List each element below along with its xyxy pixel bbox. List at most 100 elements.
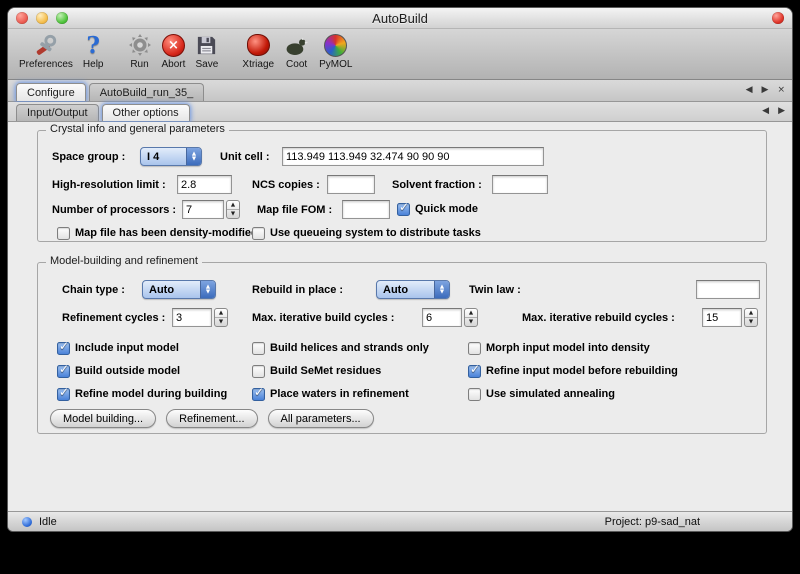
parameter-buttons-row: Model building... Refinement... All para… bbox=[50, 409, 374, 428]
high-resolution-limit-input[interactable] bbox=[177, 175, 232, 194]
model-building-group: Model-building and refinement Chain type… bbox=[37, 262, 767, 434]
stepper-up-button[interactable]: ▲ bbox=[465, 309, 477, 318]
max-rebuild-cycles-input[interactable] bbox=[702, 308, 742, 327]
checkbox-label: Build SeMet residues bbox=[270, 365, 381, 377]
queueing-system-checkbox[interactable]: ✓ Use queueing system to distribute task… bbox=[252, 226, 481, 240]
autobuild-window: AutoBuild Preferences ? Help bbox=[7, 7, 793, 532]
chain-type-label: Chain type : bbox=[62, 283, 125, 297]
space-group-dropdown[interactable]: I 4 ▲ ▼ bbox=[140, 147, 202, 166]
tab-nav-controls: ◀ ▶ bbox=[762, 102, 785, 121]
all-parameters-button[interactable]: All parameters... bbox=[268, 409, 374, 428]
ncs-copies-input[interactable] bbox=[327, 175, 375, 194]
help-icon: ? bbox=[86, 31, 99, 59]
tab-close-button[interactable]: × bbox=[777, 86, 785, 95]
pymol-icon bbox=[324, 31, 347, 59]
ncs-copies-label: NCS copies : bbox=[252, 178, 320, 192]
toolbar-run-button[interactable]: Run bbox=[123, 31, 157, 70]
toolbar-xtriage-button[interactable]: Xtriage bbox=[237, 31, 279, 70]
morph-input-model-checkbox[interactable]: ✓ Morph input model into density bbox=[468, 341, 650, 355]
number-of-processors-input[interactable] bbox=[182, 200, 224, 219]
stepper-down-button[interactable]: ▼ bbox=[215, 318, 227, 326]
tab-autobuild-run-35[interactable]: AutoBuild_run_35_ bbox=[89, 83, 205, 101]
abort-x-glyph: × bbox=[168, 38, 179, 53]
dropdown-value: Auto bbox=[143, 284, 200, 296]
refinement-cycles-input[interactable] bbox=[172, 308, 212, 327]
refinement-button[interactable]: Refinement... bbox=[166, 409, 257, 428]
unit-cell-label: Unit cell : bbox=[220, 150, 270, 164]
checkbox-box-icon: ✓ bbox=[57, 365, 70, 378]
toolbar-preferences-button[interactable]: Preferences bbox=[14, 31, 78, 70]
build-semet-checkbox[interactable]: ✓ Build SeMet residues bbox=[252, 364, 381, 378]
close-window-button[interactable] bbox=[16, 12, 28, 24]
tab-configure[interactable]: Configure bbox=[16, 83, 86, 101]
chain-type-dropdown[interactable]: Auto ▲ ▼ bbox=[142, 280, 216, 299]
quick-mode-checkbox[interactable]: ✓ Quick mode bbox=[397, 202, 478, 216]
checkbox-box-icon: ✓ bbox=[468, 342, 481, 355]
checkbox-label: Use queueing system to distribute tasks bbox=[270, 227, 481, 239]
arrow-down-icon: ▼ bbox=[192, 157, 196, 162]
max-build-cycles-stepper[interactable]: ▲ ▼ bbox=[464, 308, 478, 327]
toolbar-pymol-button[interactable]: PyMOL bbox=[314, 31, 357, 70]
dropdown-value: Auto bbox=[377, 284, 434, 296]
stepper-up-button[interactable]: ▲ bbox=[745, 309, 757, 318]
secondary-tabbar: Input/Output Other options ◀ ▶ bbox=[8, 102, 792, 122]
zoom-window-button[interactable] bbox=[56, 12, 68, 24]
twin-law-input[interactable] bbox=[696, 280, 760, 299]
tab-scroll-right-button[interactable]: ▶ bbox=[762, 86, 769, 95]
arrow-up-icon: ▲ bbox=[469, 311, 473, 316]
solvent-fraction-input[interactable] bbox=[492, 175, 548, 194]
tab-scroll-left-button[interactable]: ◀ bbox=[762, 107, 769, 116]
refine-before-rebuild-checkbox[interactable]: ✓ Refine input model before rebuilding bbox=[468, 364, 678, 378]
model-building-button[interactable]: Model building... bbox=[50, 409, 156, 428]
stepper-up-button[interactable]: ▲ bbox=[227, 201, 239, 210]
status-indicator-icon bbox=[22, 517, 32, 527]
toolbar-abort-button[interactable]: × Abort bbox=[157, 31, 191, 70]
density-modified-checkbox[interactable]: ✓ Map file has been density-modified bbox=[57, 226, 258, 240]
rebuild-in-place-dropdown[interactable]: Auto ▲ ▼ bbox=[376, 280, 450, 299]
tab-input-output[interactable]: Input/Output bbox=[16, 104, 99, 121]
build-outside-model-checkbox[interactable]: ✓ Build outside model bbox=[57, 364, 180, 378]
minimize-window-button[interactable] bbox=[36, 12, 48, 24]
gear-icon bbox=[128, 31, 152, 59]
map-file-fom-input[interactable] bbox=[342, 200, 390, 219]
checkbox-box-icon: ✓ bbox=[252, 365, 265, 378]
toolbar-label: Help bbox=[83, 59, 104, 70]
processors-stepper[interactable]: ▲ ▼ bbox=[226, 200, 240, 219]
tab-scroll-left-button[interactable]: ◀ bbox=[746, 86, 753, 95]
checkbox-box-icon: ✓ bbox=[57, 227, 70, 240]
save-icon bbox=[195, 31, 218, 59]
checkbox-label: Build helices and strands only bbox=[270, 342, 429, 354]
xtriage-icon bbox=[247, 31, 270, 59]
stepper-down-button[interactable]: ▼ bbox=[745, 318, 757, 326]
max-rebuild-cycles-stepper[interactable]: ▲ ▼ bbox=[744, 308, 758, 327]
include-input-model-checkbox[interactable]: ✓ Include input model bbox=[57, 341, 179, 355]
place-waters-checkbox[interactable]: ✓ Place waters in refinement bbox=[252, 387, 409, 401]
toolbar-help-button[interactable]: ? Help bbox=[78, 31, 109, 70]
build-helices-checkbox[interactable]: ✓ Build helices and strands only bbox=[252, 341, 429, 355]
titlebar[interactable]: AutoBuild bbox=[8, 8, 792, 29]
toolbar-coot-button[interactable]: Coot bbox=[279, 31, 314, 70]
checkbox-label: Refine input model before rebuilding bbox=[486, 365, 678, 377]
toolbar-save-button[interactable]: Save bbox=[190, 31, 223, 70]
check-icon: ✓ bbox=[59, 386, 69, 398]
simulated-annealing-checkbox[interactable]: ✓ Use simulated annealing bbox=[468, 387, 615, 401]
unit-cell-input[interactable] bbox=[282, 147, 544, 166]
stepper-down-button[interactable]: ▼ bbox=[227, 210, 239, 218]
refine-during-building-checkbox[interactable]: ✓ Refine model during building bbox=[57, 387, 227, 401]
checkbox-box-icon: ✓ bbox=[397, 203, 410, 216]
stepper-down-button[interactable]: ▼ bbox=[465, 318, 477, 326]
checkbox-label: Map file has been density-modified bbox=[75, 227, 258, 239]
checkbox-box-icon: ✓ bbox=[468, 388, 481, 401]
space-group-label: Space group : bbox=[52, 150, 125, 164]
tab-scroll-right-button[interactable]: ▶ bbox=[778, 107, 785, 116]
titlebar-right-red-button[interactable] bbox=[772, 12, 784, 24]
checkbox-box-icon: ✓ bbox=[252, 342, 265, 355]
tab-other-options[interactable]: Other options bbox=[102, 104, 190, 121]
refinement-cycles-stepper[interactable]: ▲ ▼ bbox=[214, 308, 228, 327]
stepper-up-button[interactable]: ▲ bbox=[215, 309, 227, 318]
max-build-cycles-input[interactable] bbox=[422, 308, 462, 327]
tab-label: AutoBuild_run_35_ bbox=[100, 87, 194, 99]
toolbar-label: Coot bbox=[286, 59, 307, 70]
max-build-cycles-label: Max. iterative build cycles : bbox=[252, 311, 394, 325]
checkbox-label: Use simulated annealing bbox=[486, 388, 615, 400]
